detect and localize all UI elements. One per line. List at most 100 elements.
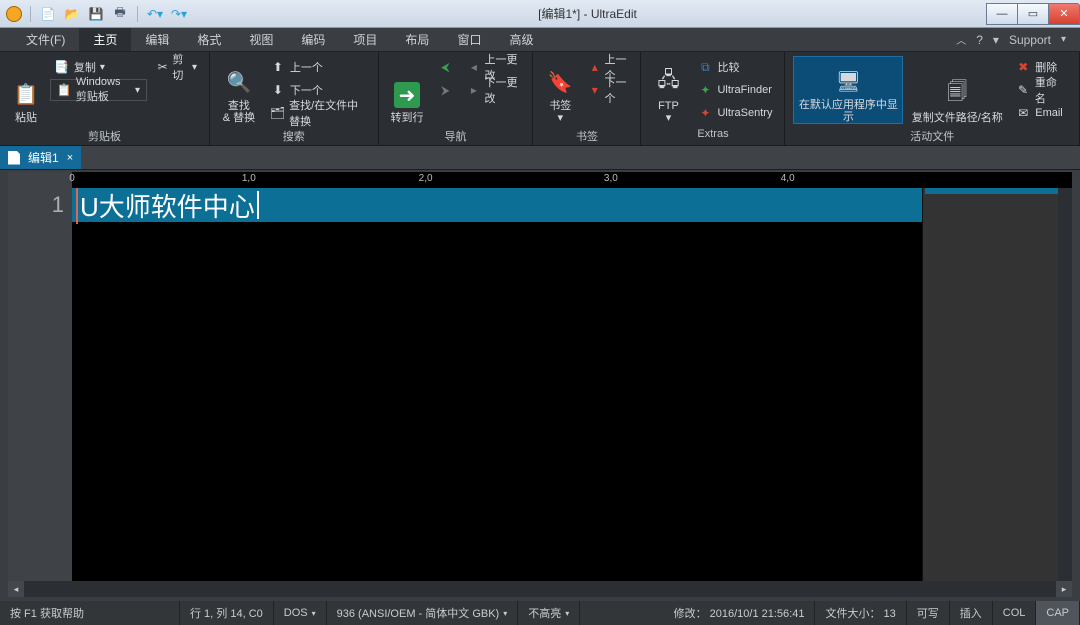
bookmark-button[interactable]: 🔖 书签▾ [541, 56, 578, 124]
scroll-left-button[interactable]: ◂ [8, 581, 24, 597]
status-col[interactable]: COL [993, 601, 1037, 625]
ribbon-group-label: 剪贴板 [0, 128, 209, 145]
bm-down-icon: ▾ [589, 82, 601, 98]
ribbon-options-icon[interactable]: ▾ [993, 33, 999, 47]
status-eol[interactable]: DOS [274, 601, 327, 625]
window-maximize-button[interactable]: ▭ [1017, 3, 1049, 25]
ribbon-group-label: 导航 [379, 128, 533, 145]
ribbon-collapse-icon[interactable]: ︿ [956, 32, 966, 47]
tab-home[interactable]: 主页 [79, 28, 131, 51]
cut-icon: ✂ [157, 59, 168, 75]
copy-path-icon: 🗐 [943, 80, 971, 108]
ultrasentry-button[interactable]: ✦UltraSentry [693, 102, 776, 124]
qat-open-icon[interactable]: 📂 [63, 5, 81, 23]
tab-format[interactable]: 格式 [183, 28, 235, 51]
ribbon-group-activefile: 🖥 在默认应用程序中显示 🗐 复制文件路径/名称 ✖删除 ✎重命名 ✉Email… [785, 52, 1080, 145]
tab-edit[interactable]: 编辑 [131, 28, 183, 51]
status-highlight[interactable]: 不高亮 [518, 601, 580, 625]
next-change-button[interactable]: ▸下一更改 [463, 79, 524, 101]
ribbon-group-bookmark: 🔖 书签▾ ▴上一个 ▾下一个 书签 [533, 52, 641, 145]
minimap[interactable] [922, 188, 1072, 581]
ruler-mark: 4,0 [781, 173, 795, 184]
delete-icon: ✖ [1015, 59, 1031, 75]
scroll-right-button[interactable]: ▸ [1056, 581, 1072, 597]
qat-print-icon[interactable]: 🖶 [111, 5, 129, 23]
rename-file-button[interactable]: ✎重命名 [1011, 79, 1071, 101]
support-dropdown-icon[interactable]: ▾ [1061, 34, 1066, 45]
tab-advanced[interactable]: 高级 [495, 28, 547, 51]
file-tab-close-button[interactable]: × [67, 152, 73, 164]
ribbon-group-search: 🔍 查找& 替换 ⬆上一个 ⬇下一个 🗂查找/在文件中替换 搜索 [210, 52, 379, 145]
ruler-mark: 3,0 [604, 173, 618, 184]
status-encoding[interactable]: 936 (ANSI/OEM - 简体中文 GBK) [327, 601, 519, 625]
window-minimize-button[interactable]: — [986, 3, 1018, 25]
find-icon: 🔍 [225, 68, 253, 96]
bookmark-icon: 🔖 [546, 68, 574, 96]
open-default-app-button[interactable]: 🖥 在默认应用程序中显示 [793, 56, 903, 124]
status-filesize: 文件大小： 13 [815, 601, 906, 625]
tab-view[interactable]: 视图 [235, 28, 287, 51]
window-close-button[interactable]: ✕ [1048, 3, 1080, 25]
ultrafinder-icon: ✦ [697, 82, 713, 98]
goto-line-button[interactable]: ➜ 转到行 [387, 56, 428, 124]
editor-text: U大师软件中心 [76, 188, 255, 224]
compare-icon: ⧉ [697, 59, 713, 75]
file-tab[interactable]: 编辑1 × [0, 146, 81, 169]
find-in-files-button[interactable]: 🗂查找/在文件中替换 [266, 102, 370, 124]
qat-save-icon[interactable]: 💾 [87, 5, 105, 23]
ribbon: 📋 粘贴 📑复制▾ 📋Windows 剪贴板▾ ✂剪切▾ 剪贴板 🔍 查找& 替… [0, 52, 1080, 146]
back-icon: ⮜ [437, 59, 453, 75]
copy-path-button[interactable]: 🗐 复制文件路径/名称 [909, 56, 1005, 124]
ribbon-group-label: 活动文件 [785, 128, 1079, 145]
tab-project[interactable]: 项目 [339, 28, 391, 51]
tab-window[interactable]: 窗口 [443, 28, 495, 51]
paste-button[interactable]: 📋 粘贴 [8, 56, 44, 124]
ultrasentry-icon: ✦ [697, 105, 713, 121]
file-tab-strip: 编辑1 × [0, 146, 1080, 170]
down-arrow-icon: ⬇ [270, 82, 286, 98]
status-cap[interactable]: CAP [1036, 601, 1080, 625]
qat-new-icon[interactable]: 📄 [39, 5, 57, 23]
status-insert[interactable]: 插入 [950, 601, 993, 625]
horizontal-scrollbar[interactable]: ◂ ▸ [8, 581, 1072, 597]
status-position: 行 1, 列 14, C0 [180, 601, 274, 625]
support-link[interactable]: Support [1009, 33, 1051, 47]
qat-redo-icon[interactable]: ↷▾ [170, 5, 188, 23]
minimap-scrollbar[interactable] [1058, 188, 1072, 581]
ruler-mark: 2,0 [419, 173, 433, 184]
down-icon: ▸ [467, 82, 480, 98]
bookmark-next-button[interactable]: ▾下一个 [585, 79, 633, 101]
find-files-icon: 🗂 [270, 105, 285, 121]
ftp-button[interactable]: 🖧 FTP▾ [649, 56, 687, 124]
tab-encoding[interactable]: 编码 [287, 28, 339, 51]
compare-button[interactable]: ⧉比较 [693, 56, 776, 78]
ribbon-group-label: 搜索 [210, 128, 378, 145]
find-replace-button[interactable]: 🔍 查找& 替换 [218, 56, 260, 124]
line-number: 1 [8, 188, 64, 222]
tab-layout[interactable]: 布局 [391, 28, 443, 51]
file-icon [8, 151, 20, 165]
tab-file[interactable]: 文件(F) [12, 28, 79, 51]
ribbon-group-nav: ➜ 转到行 ⮜ ⮞ ◂上一更改 ▸下一更改 导航 [379, 52, 534, 145]
cut-button[interactable]: ✂剪切▾ [153, 56, 201, 78]
help-icon[interactable]: ? [976, 33, 983, 47]
status-help: 按 F1 获取帮助 [0, 601, 180, 625]
find-prev-button[interactable]: ⬆上一个 [266, 56, 370, 78]
ftp-icon: 🖧 [654, 68, 682, 96]
editor-area: 0 1,0 2,0 3,0 4,0 1 U大师软件中心 ◂ ▸ [8, 172, 1072, 597]
status-readwrite[interactable]: 可写 [907, 601, 950, 625]
ribbon-group-label: Extras [641, 128, 784, 145]
text-editor[interactable]: U大师软件中心 [72, 188, 922, 581]
ultrafinder-button[interactable]: ✦UltraFinder [693, 79, 776, 101]
window-title: [编辑1*] - UltraEdit [188, 5, 987, 22]
windows-clipboard-button[interactable]: 📋Windows 剪贴板▾ [50, 79, 147, 101]
copy-button[interactable]: 📑复制▾ [50, 56, 147, 78]
email-file-button[interactable]: ✉Email [1011, 102, 1071, 124]
editor-line[interactable]: U大师软件中心 [72, 188, 922, 222]
ribbon-group-extras: 🖧 FTP▾ ⧉比较 ✦UltraFinder ✦UltraSentry Ext… [641, 52, 785, 145]
nav-fwd-button[interactable]: ⮞ [433, 79, 457, 101]
nav-back-button[interactable]: ⮜ [433, 56, 457, 78]
minimap-highlight [925, 188, 1066, 194]
app-icon [6, 6, 22, 22]
qat-undo-icon[interactable]: ↶▾ [146, 5, 164, 23]
